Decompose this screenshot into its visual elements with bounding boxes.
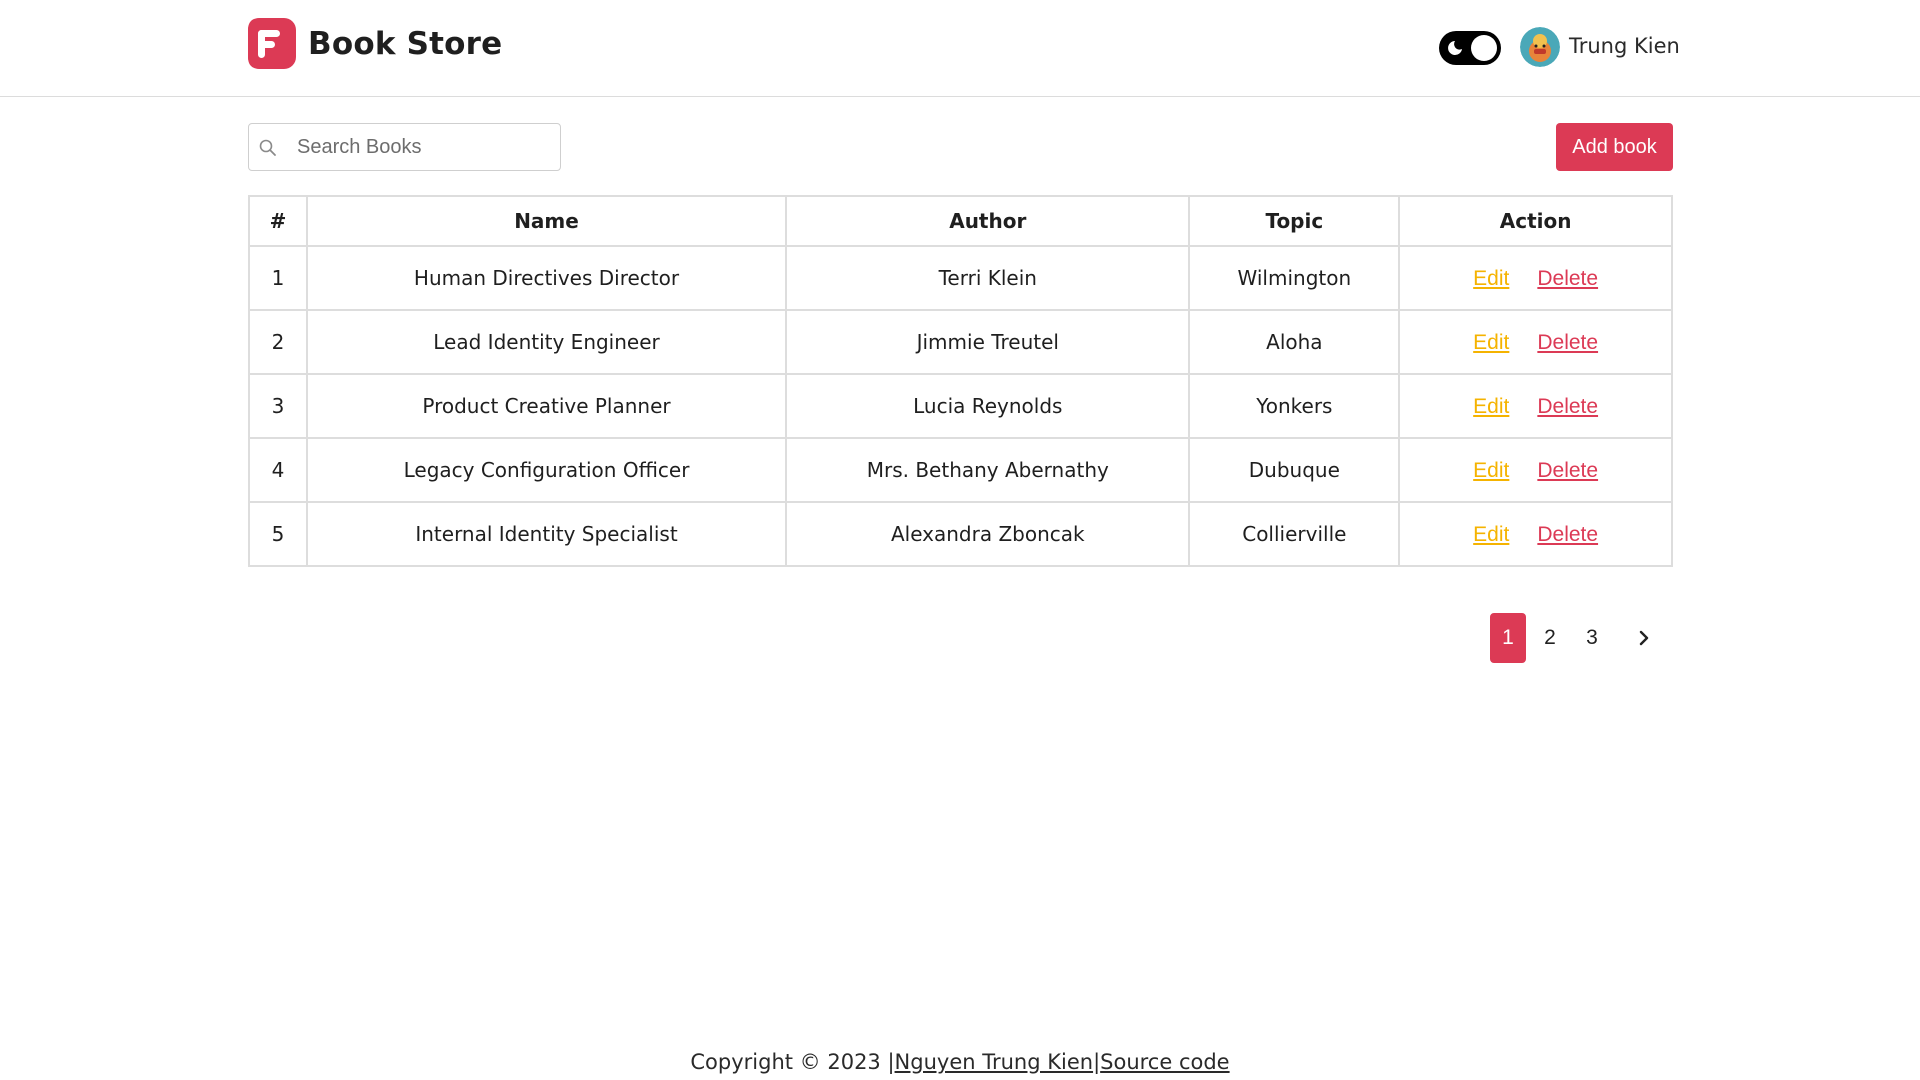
- avatar-image-icon: [1520, 27, 1560, 67]
- table-row: 2 Lead Identity Engineer Jimmie Treutel …: [248, 309, 1673, 375]
- table-row: 1 Human Directives Director Terri Klein …: [248, 245, 1673, 311]
- edit-link[interactable]: Edit: [1473, 523, 1509, 546]
- header-author: Author: [785, 195, 1191, 247]
- user-avatar[interactable]: [1520, 27, 1560, 67]
- brand-title[interactable]: Book Store: [308, 26, 502, 62]
- pagination: 1 2 3: [1490, 613, 1662, 663]
- book-author: Mrs. Bethany Abernathy: [785, 437, 1191, 503]
- author-link[interactable]: Nguyen Trung Kien: [895, 1050, 1094, 1074]
- edit-link[interactable]: Edit: [1473, 267, 1509, 290]
- action-cell: Edit Delete: [1398, 437, 1673, 503]
- delete-link[interactable]: Delete: [1537, 267, 1598, 290]
- table-row: 3 Product Creative Planner Lucia Reynold…: [248, 373, 1673, 439]
- header-action: Action: [1398, 195, 1673, 247]
- book-topic: Aloha: [1188, 309, 1401, 375]
- action-cell: Edit Delete: [1398, 501, 1673, 567]
- edit-link[interactable]: Edit: [1473, 395, 1509, 418]
- search-box[interactable]: [248, 123, 561, 171]
- action-cell: Edit Delete: [1398, 373, 1673, 439]
- page-1-button[interactable]: 1: [1490, 613, 1526, 663]
- search-input[interactable]: [297, 124, 552, 170]
- delete-link[interactable]: Delete: [1537, 331, 1598, 354]
- row-number: 4: [248, 437, 308, 503]
- delete-link[interactable]: Delete: [1537, 459, 1598, 482]
- table-row: 5 Internal Identity Specialist Alexandra…: [248, 501, 1673, 567]
- page-3-button[interactable]: 3: [1574, 613, 1610, 663]
- header-number: #: [248, 195, 308, 247]
- edit-link[interactable]: Edit: [1473, 331, 1509, 354]
- search-icon: [259, 139, 276, 156]
- book-author: Lucia Reynolds: [785, 373, 1191, 439]
- book-topic: Dubuque: [1188, 437, 1401, 503]
- delete-link[interactable]: Delete: [1537, 395, 1598, 418]
- next-page-button[interactable]: [1626, 613, 1662, 663]
- action-cell: Edit Delete: [1398, 309, 1673, 375]
- book-topic: Collierville: [1188, 501, 1401, 567]
- row-number: 5: [248, 501, 308, 567]
- chevron-right-icon: [1639, 630, 1649, 646]
- row-number: 1: [248, 245, 308, 311]
- delete-link[interactable]: Delete: [1537, 523, 1598, 546]
- book-name: Lead Identity Engineer: [305, 309, 788, 375]
- book-topic: Wilmington: [1188, 245, 1401, 311]
- book-name: Internal Identity Specialist: [305, 501, 788, 567]
- theme-toggle[interactable]: [1439, 31, 1501, 65]
- row-number: 2: [248, 309, 308, 375]
- header-topic: Topic: [1188, 195, 1401, 247]
- book-store-logo-icon[interactable]: [248, 18, 296, 69]
- book-author: Alexandra Zboncak: [785, 501, 1191, 567]
- row-number: 3: [248, 373, 308, 439]
- action-cell: Edit Delete: [1398, 245, 1673, 311]
- copyright-text: Copyright © 2023 |: [690, 1050, 895, 1074]
- moon-icon: [1448, 41, 1462, 55]
- book-author: Jimmie Treutel: [785, 309, 1191, 375]
- book-name: Legacy Configuration Officer: [305, 437, 788, 503]
- table-row: 4 Legacy Configuration Officer Mrs. Beth…: [248, 437, 1673, 503]
- top-navbar: Book Store Trung Kien: [0, 0, 1920, 97]
- books-table: # Name Author Topic Action 1 Human Direc…: [248, 195, 1673, 567]
- header-name: Name: [305, 195, 788, 247]
- page-2-button[interactable]: 2: [1532, 613, 1568, 663]
- book-author: Terri Klein: [785, 245, 1191, 311]
- user-name[interactable]: Trung Kien: [1569, 34, 1680, 58]
- add-book-button[interactable]: Add book: [1556, 123, 1673, 171]
- book-name: Human Directives Director: [305, 245, 788, 311]
- footer: Copyright © 2023 |Nguyen Trung Kien|Sour…: [0, 1050, 1920, 1074]
- book-name: Product Creative Planner: [305, 373, 788, 439]
- table-header-row: # Name Author Topic Action: [248, 195, 1673, 247]
- edit-link[interactable]: Edit: [1473, 459, 1509, 482]
- toggle-knob: [1471, 35, 1497, 61]
- book-topic: Yonkers: [1188, 373, 1401, 439]
- source-code-link[interactable]: Source code: [1100, 1050, 1229, 1074]
